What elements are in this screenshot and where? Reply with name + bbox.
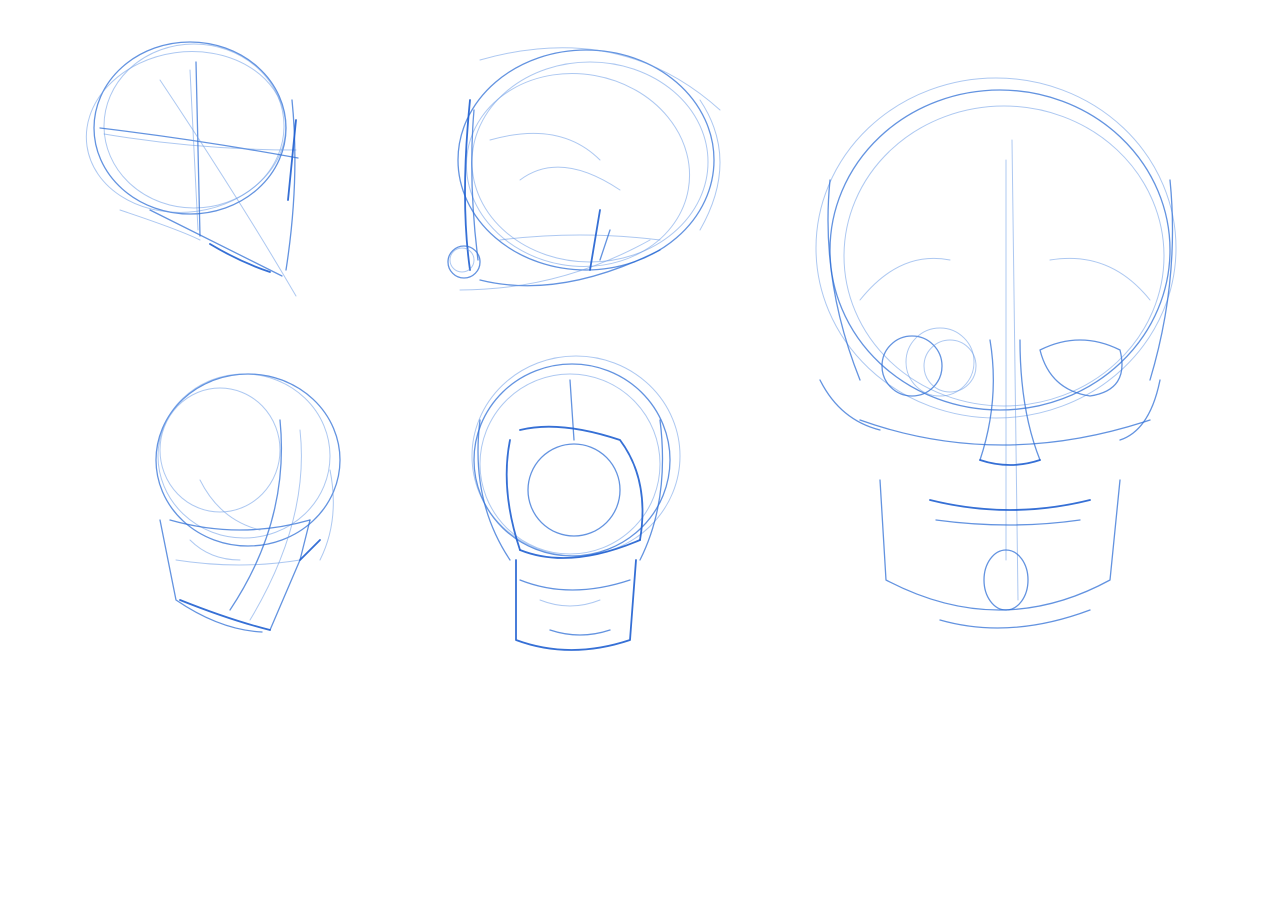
drawing-canvas [0, 0, 1280, 922]
sketch-skull-front [815, 77, 1177, 629]
sketch-skull-back [471, 355, 681, 651]
sketch-artwork [85, 41, 1177, 651]
sketch-construction-ball-1 [85, 41, 299, 297]
sketch-construction-side [447, 47, 721, 291]
sketch-skull-three-quarter [155, 373, 341, 633]
